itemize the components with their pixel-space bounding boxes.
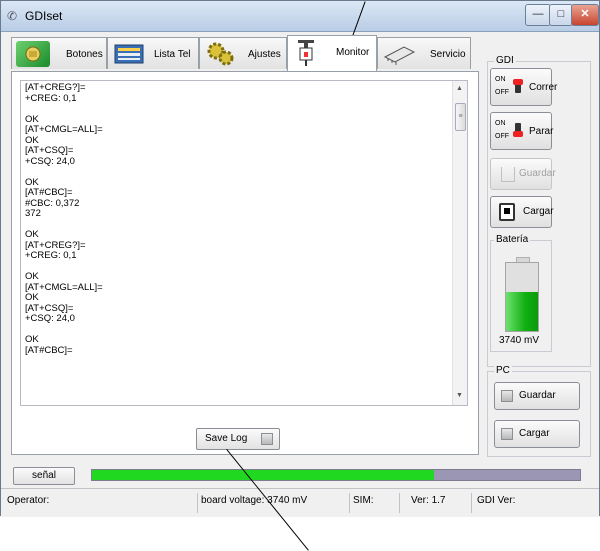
signal-bar <box>91 469 581 481</box>
scroll-thumb[interactable]: ≡ <box>455 103 466 131</box>
minimize-button[interactable]: — <box>525 4 551 26</box>
app-window: ✆ GDIset — □ ✕ Botones Lista Tel Ajustes <box>0 0 600 551</box>
status-board-voltage: board voltage: 3740 mV <box>201 495 308 506</box>
tab-strip: Botones Lista Tel Ajustes Monitor Servic… <box>11 35 479 71</box>
status-bar: Operator: board voltage: 3740 mV SIM: Ve… <box>1 488 599 517</box>
pc-save-button[interactable]: Guardar <box>494 382 580 410</box>
status-version: Ver: 1.7 <box>411 495 446 506</box>
battery-voltage: 3740 mV <box>499 335 540 346</box>
switch-on-icon <box>513 79 523 93</box>
scroll-up-arrow-icon[interactable]: ▲ <box>456 85 463 92</box>
pc-load-button[interactable]: Cargar <box>494 420 580 448</box>
scroll-down-arrow-icon[interactable]: ▼ <box>456 392 463 399</box>
chip-icon <box>382 41 416 67</box>
log-text: [AT+CREG?]= +CREG: 0,1 OK [AT+CMGL=ALL]=… <box>25 82 103 356</box>
title-bar[interactable]: ✆ GDIset — □ ✕ <box>1 1 599 32</box>
tab-ajustes[interactable]: Ajustes <box>199 37 287 69</box>
pc-group: PC Guardar Cargar <box>487 365 591 457</box>
close-button[interactable]: ✕ <box>571 4 599 26</box>
on-label: ON <box>495 76 506 83</box>
save-log-button[interactable]: Save Log <box>196 428 280 450</box>
phone-button-icon <box>16 41 50 67</box>
address-book-icon <box>112 41 146 67</box>
save-log-icon <box>261 433 273 445</box>
load-device-icon <box>499 203 515 221</box>
status-operator: Operator: <box>7 495 50 506</box>
signal-level-fill <box>92 470 434 480</box>
gears-icon <box>204 41 238 67</box>
status-gdi-version: GDI Ver: <box>477 495 516 506</box>
off-label: OFF <box>495 133 509 140</box>
gdi-group-title: GDI <box>494 55 516 66</box>
app-icon: ✆ <box>7 9 18 23</box>
battery-icon <box>505 257 539 333</box>
tab-monitor[interactable]: Monitor <box>287 35 377 71</box>
gdi-load-button[interactable]: Cargar <box>490 196 554 228</box>
off-label: OFF <box>495 89 509 96</box>
signal-button[interactable]: señal <box>13 467 75 485</box>
pc-group-title: PC <box>494 365 512 376</box>
pc-load-icon <box>501 428 513 440</box>
save-slot-icon <box>501 167 515 182</box>
monitor-probe-icon <box>294 39 318 66</box>
switch-off-icon <box>513 123 523 137</box>
pc-save-icon <box>501 390 513 402</box>
maximize-button[interactable]: □ <box>549 4 573 26</box>
on-label: ON <box>495 120 506 127</box>
battery-title: Batería <box>494 234 531 245</box>
tab-lista-tel[interactable]: Lista Tel <box>107 37 199 69</box>
stop-button[interactable]: ON OFF Parar <box>490 112 553 150</box>
log-textarea[interactable]: [AT+CREG?]= +CREG: 0,1 OK [AT+CMGL=ALL]=… <box>20 80 468 406</box>
gdi-group: GDI ON OFF Correr ON OFF Parar Guardar Car… <box>487 55 591 367</box>
monitor-panel: [AT+CREG?]= +CREG: 0,1 OK [AT+CMGL=ALL]=… <box>11 71 479 455</box>
tab-botones[interactable]: Botones <box>11 37 107 69</box>
battery-group: Batería 3740 mV <box>490 234 552 352</box>
log-scrollbar[interactable]: ▲ ≡ ▼ <box>452 81 467 405</box>
tab-servicio[interactable]: Servicio <box>377 37 471 69</box>
battery-level-fill <box>506 291 538 331</box>
gdi-save-button[interactable]: Guardar <box>490 158 556 190</box>
status-sim: SIM: <box>353 495 374 506</box>
run-button[interactable]: ON OFF Correr <box>490 68 557 106</box>
window-title: GDIset <box>25 9 63 23</box>
